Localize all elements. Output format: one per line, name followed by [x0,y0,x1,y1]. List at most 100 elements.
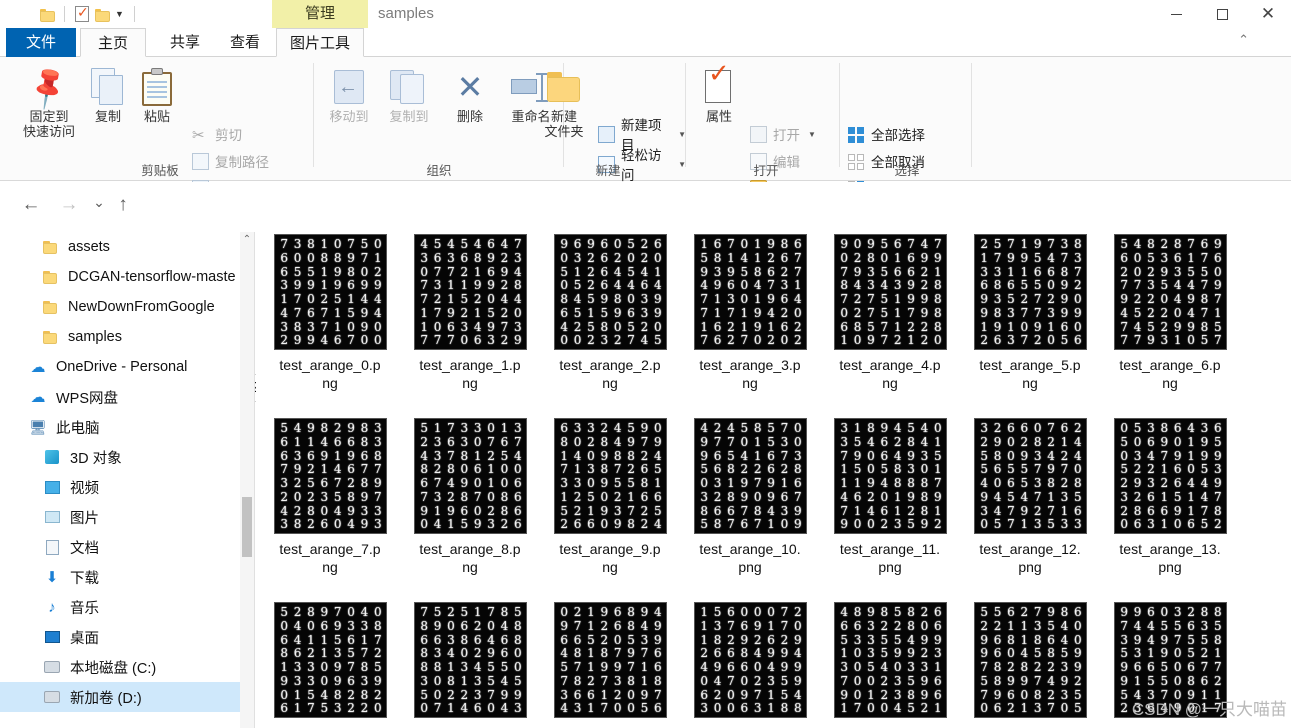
file-name-line2: png [878,559,902,575]
pin-to-quick-access-button[interactable]: 📌 固定到 快速访问 [14,63,84,139]
navigation-scrollbar[interactable]: ⌃ [240,232,254,728]
file-name-line2: ng [742,375,758,391]
minimize-button[interactable] [1153,0,1199,28]
file-item[interactable]: 9095674702801699793566218434392872751998… [820,234,960,392]
nav-item-3[interactable]: samples [0,322,254,352]
file-thumbnail[interactable]: 5498298361146683636919687921467732567289… [273,418,387,534]
nav-item-2[interactable]: NewDownFromGoogle [0,292,254,322]
file-item[interactable]: 5173301323630767437812548280610067490106… [400,418,540,576]
file-thumbnail[interactable]: 9696052603262020512645410526446484598039… [553,234,667,350]
mnist-digit-grid: 5562798622113540968186409604585978282239… [980,605,1082,716]
chevron-down-icon[interactable]: ▼ [115,9,124,19]
file-item[interactable]: 7381075060088971655198023991969917025144… [260,234,400,392]
nav-item-13[interactable]: 桌面 [0,622,254,652]
new-item-button[interactable]: 新建项目 ▼ [598,118,686,153]
open-button[interactable]: 打开 ▼ [750,123,816,145]
file-item[interactable]: 1560007213769170182926292668499449660499… [680,602,820,728]
file-item[interactable]: 4898582666322806533554991035992330540331… [820,602,960,728]
tab-view[interactable]: 查看 [218,28,272,57]
delete-button[interactable]: ✕ 删除 [446,65,494,124]
nav-item-15[interactable]: 新加卷 (D:) [0,682,254,712]
recent-locations-button[interactable]: ⌄ [86,194,112,211]
nav-item-6[interactable]: 🖥 此电脑 [0,412,254,442]
file-item[interactable]: 3189454035462841790649351505830111948887… [820,418,960,576]
maximize-button[interactable] [1199,0,1245,28]
properties-button[interactable]: ✓ 属性 [696,60,742,124]
copy-button[interactable]: 复制 [86,65,130,124]
file-thumbnail[interactable]: 5482876960536176202935507735447992204987… [1113,234,1227,350]
file-thumbnail[interactable]: 5289704004069338641156178621357213309785… [273,602,387,718]
folder-icon[interactable] [40,8,55,22]
nav-item-1[interactable]: DCGAN-tensorflow-maste [0,262,254,292]
collapse-ribbon-icon[interactable]: ⌃ [1238,32,1249,48]
file-item[interactable]: 6332459080284979140988247138726533095581… [540,418,680,576]
file-item[interactable]: 5562798622113540968186409604585978282239… [960,602,1100,728]
nav-item-9[interactable]: 图片 [0,502,254,532]
tab-file[interactable]: 文件 [6,28,76,57]
file-thumbnail[interactable]: 0538643650690195034791995221605329326449… [1113,418,1227,534]
new-folder-icon[interactable] [95,8,110,22]
file-thumbnail[interactable]: 9960328874455635394975585319052196650677… [1113,602,1227,718]
file-name-line2: png [738,559,762,575]
file-thumbnail[interactable]: 7525178589062048663864688340296088134550… [413,602,527,718]
back-button[interactable]: ← [18,194,44,216]
nav-item-12[interactable]: ♪ 音乐 [0,592,254,622]
forward-button[interactable]: → [56,194,82,216]
file-item[interactable]: 0219689497126849665205394818797657199716… [540,602,680,728]
file-thumbnail[interactable]: 5562798622113540968186409604585978282239… [973,602,1087,718]
nav-item-5[interactable]: ☁ WPS网盘 [0,382,254,412]
properties-icon[interactable] [75,4,89,22]
copy-to-button[interactable]: 复制到 [380,65,438,124]
file-item[interactable]: 4245857097701530965416735682262803197916… [680,418,820,576]
minimize-icon [1170,13,1182,15]
file-thumbnail[interactable]: 2571973817995473331166876865509293527290… [973,234,1087,350]
move-to-button[interactable]: ← 移动到 [320,65,378,124]
paste-button[interactable]: 粘贴 [134,65,180,124]
nav-item-8[interactable]: 视频 [0,472,254,502]
file-item[interactable]: 5498298361146683636919687921467732567289… [260,418,400,576]
select-all-button[interactable]: 全部选择 [848,123,925,145]
scroll-up-icon[interactable]: ⌃ [240,232,254,248]
file-thumbnail[interactable]: 3266076229028214580934245655797040653828… [973,418,1087,534]
mnist-digit-grid: 3189454035462841790649351505830111948887… [840,421,942,532]
file-item[interactable]: 4545464736368923077216947311992872152044… [400,234,540,392]
file-thumbnail[interactable]: 0219689497126849665205394818797657199716… [553,602,667,718]
file-item[interactable]: 1670198658141267939586274960473171301964… [680,234,820,392]
file-thumbnail[interactable]: 4545464736368923077216947311992872152044… [413,234,527,350]
close-button[interactable]: ✕ [1245,0,1291,28]
nav-item-11[interactable]: ⬇ 下载 [0,562,254,592]
file-thumbnail[interactable]: 3189454035462841790649351505830111948887… [833,418,947,534]
file-item[interactable]: 7525178589062048663864688340296088134550… [400,602,540,728]
contextual-tab-manage[interactable]: 管理 [272,0,368,28]
nav-item-7[interactable]: 3D 对象 [0,442,254,472]
file-item[interactable]: 3266076229028214580934245655797040653828… [960,418,1100,576]
file-item[interactable]: 9696052603262020512645410526446484598039… [540,234,680,392]
file-thumbnail[interactable]: 1670198658141267939586274960473171301964… [693,234,807,350]
nav-item-4[interactable]: ☁ OneDrive - Personal [0,352,254,382]
file-thumbnail[interactable]: 7381075060088971655198023991969917025144… [273,234,387,350]
tab-share[interactable]: 共享 [152,28,218,57]
file-item[interactable]: 2571973817995473331166876865509293527290… [960,234,1100,392]
file-item[interactable]: 9960328874455635394975585319052196650677… [1100,602,1240,728]
chevron-down-icon[interactable]: ▼ [808,130,816,139]
new-folder-button[interactable]: 新建 文件夹 [536,65,592,139]
up-button[interactable]: ↑ [110,194,136,216]
file-list-pane[interactable]: 7381075060088971655198023991969917025144… [256,232,1291,728]
file-thumbnail[interactable]: 6332459080284979140988247138726533095581… [553,418,667,534]
cut-button[interactable]: ✂ 剪切 [192,123,242,145]
file-name-line1: test_arange_2.p [559,357,661,373]
file-thumbnail[interactable]: 9095674702801699793566218434392872751998… [833,234,947,350]
scrollbar-thumb[interactable] [242,497,252,557]
nav-item-14[interactable]: 本地磁盘 (C:) [0,652,254,682]
tab-picture-tools[interactable]: 图片工具 [276,28,364,57]
file-item[interactable]: 0538643650690195034791995221605329326449… [1100,418,1240,576]
file-thumbnail[interactable]: 5173301323630767437812548280610067490106… [413,418,527,534]
tab-home[interactable]: 主页 [80,28,146,57]
nav-item-10[interactable]: 文档 [0,532,254,562]
file-item[interactable]: 5482876960536176202935507735447992204987… [1100,234,1240,392]
file-thumbnail[interactable]: 4245857097701530965416735682262803197916… [693,418,807,534]
file-item[interactable]: 5289704004069338641156178621357213309785… [260,602,400,728]
file-thumbnail[interactable]: 1560007213769170182926292668499449660499… [693,602,807,718]
nav-item-0[interactable]: assets [0,232,254,262]
file-thumbnail[interactable]: 4898582666322806533554991035992330540331… [833,602,947,718]
